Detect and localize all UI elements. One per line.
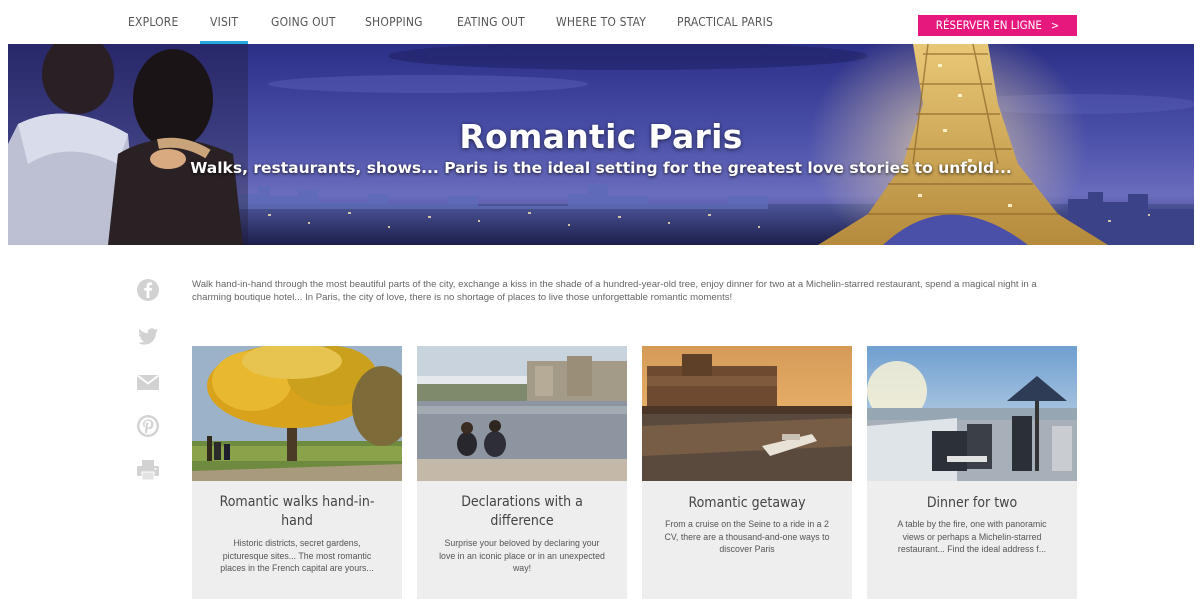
nav-item-explore[interactable]: EXPLORE [128,0,179,44]
card-declarations[interactable]: Declarations with a difference Surprise … [417,346,627,599]
card-text: Historic districts, secret gardens, pict… [220,538,374,573]
nav-item-going-out[interactable]: GOING OUT [271,0,336,44]
card-image [867,346,1077,481]
card-image [642,346,852,481]
top-navigation: EXPLORE VISIT GOING OUT SHOPPING EATING … [0,0,1195,44]
email-icon[interactable] [134,368,162,396]
nav-item-visit[interactable]: VISIT [199,0,249,44]
chevron-right-icon: > [1050,19,1060,32]
nav-item-eating-out[interactable]: EATING OUT [457,0,525,44]
print-icon[interactable] [134,456,162,484]
page-title: Romantic Paris [459,117,743,156]
card-title: Romantic getaway [688,495,806,511]
card-text: From a cruise on the Seine to a ride in … [664,519,830,554]
twitter-icon[interactable] [134,322,162,350]
facebook-icon[interactable] [134,276,162,304]
reserve-online-button[interactable]: RÉSERVER EN LIGNE > [918,15,1077,36]
card-image [417,346,627,481]
nav-item-practical-paris[interactable]: PRACTICAL PARIS [677,0,773,44]
intro-text: Walk hand-in-hand through the most beaut… [192,279,1037,303]
card-image [192,346,402,481]
card-romantic-getaway[interactable]: Romantic getaway From a cruise on the Se… [642,346,852,599]
card-title: Romantic walks hand-in-hand [219,494,375,529]
card-text: A table by the fire, one with panoramic … [897,519,1047,554]
hero-banner: Romantic Paris Walks, restaurants, shows… [8,44,1194,245]
card-text: Surprise your beloved by declaring your … [439,538,605,573]
reserve-online-label: RÉSERVER EN LIGNE [935,18,1042,32]
pinterest-icon[interactable] [134,412,162,440]
card-dinner-for-two[interactable]: Dinner for two A table by the fire, one … [867,346,1077,599]
page-subtitle: Walks, restaurants, shows... Paris is th… [190,159,1012,177]
nav-item-shopping[interactable]: SHOPPING [365,0,423,44]
nav-item-where-to-stay[interactable]: WHERE TO STAY [556,0,646,44]
card-title: Declarations with a difference [461,494,583,529]
card-romantic-walks[interactable]: Romantic walks hand-in-hand Historic dis… [192,346,402,599]
card-title: Dinner for two [926,495,1018,511]
